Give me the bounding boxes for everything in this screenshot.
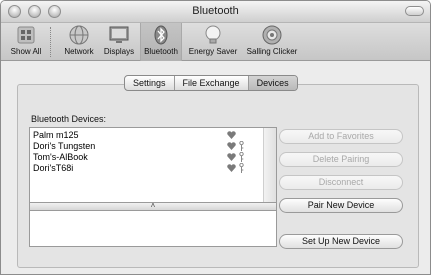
toolbar-label: Salling Clicker [246,47,298,56]
toolbar-show-all[interactable]: Show All [4,23,48,61]
list-splitter-handle[interactable]: ˄ [29,201,277,210]
paired-key-icon [239,141,244,151]
favorite-heart-icon [227,153,236,161]
window-title: Bluetooth [192,5,239,17]
device-list[interactable]: Palm m125 Dori's Tungsten Tom's-AlBook D… [29,127,277,203]
favorite-heart-icon [227,131,236,139]
splitter-chevron-icon: ˄ [150,201,156,210]
add-to-favorites-button[interactable]: Add to Favorites [279,129,403,144]
preferences-window: Bluetooth Show All Network Displays Blue… [0,0,431,275]
network-globe-icon [69,25,89,45]
device-name: Tom's-AlBook [33,152,88,162]
title-bar: Bluetooth [1,1,430,23]
device-name: Dori's Tungsten [33,141,96,151]
toolbar-toggle-button[interactable] [405,6,424,16]
devices-group-box: Bluetooth Devices: Palm m125 Dori's Tung… [17,84,419,268]
favorite-heart-icon [227,142,236,150]
pair-new-device-button[interactable]: Pair New Device [279,198,403,213]
set-up-new-device-button[interactable]: Set Up New Device [279,234,403,249]
device-list-scrollbar[interactable] [263,128,276,202]
salling-clicker-icon [262,25,282,45]
preference-pane: Bluetooth Devices: Palm m125 Dori's Tung… [1,62,430,274]
delete-pairing-button[interactable]: Delete Pairing [279,152,403,167]
paired-key-icon [239,163,244,173]
tab-bar: Settings File Exchange Devices [124,75,298,91]
toolbar-bluetooth[interactable]: Bluetooth [140,23,182,61]
tab-settings[interactable]: Settings [125,76,175,90]
toolbar-separator [50,27,51,57]
paired-key-icon [239,152,244,162]
favorite-heart-icon [227,164,236,172]
device-row[interactable]: Dori'sT68i [30,163,263,173]
toolbar-salling-clicker[interactable]: Salling Clicker [242,23,302,61]
bluetooth-icon [154,25,168,45]
show-all-grid-icon [17,26,35,44]
toolbar-label: Energy Saver [188,47,238,56]
toolbar-network[interactable]: Network [60,23,98,61]
disconnect-button[interactable]: Disconnect [279,175,403,190]
tab-file-exchange[interactable]: File Exchange [175,76,249,90]
device-name: Palm m125 [33,130,79,140]
device-row[interactable]: Tom's-AlBook [30,152,263,162]
device-detail-panel [29,210,277,247]
lightbulb-icon [205,25,221,44]
preferences-toolbar: Show All Network Displays Bluetooth Ener… [1,23,430,61]
toolbar-energy-saver[interactable]: Energy Saver [185,23,241,61]
toolbar-displays[interactable]: Displays [99,23,139,61]
toolbar-label: Network [64,47,94,56]
toolbar-label: Bluetooth [144,47,178,56]
toolbar-label: Show All [10,47,42,56]
device-name: Dori'sT68i [33,163,74,173]
toolbar-label: Displays [103,47,135,56]
device-row[interactable]: Dori's Tungsten [30,141,263,151]
tab-devices[interactable]: Devices [248,76,297,90]
device-row[interactable]: Palm m125 [30,130,263,140]
bluetooth-devices-label: Bluetooth Devices: [31,114,107,124]
displays-monitor-icon [109,26,129,43]
